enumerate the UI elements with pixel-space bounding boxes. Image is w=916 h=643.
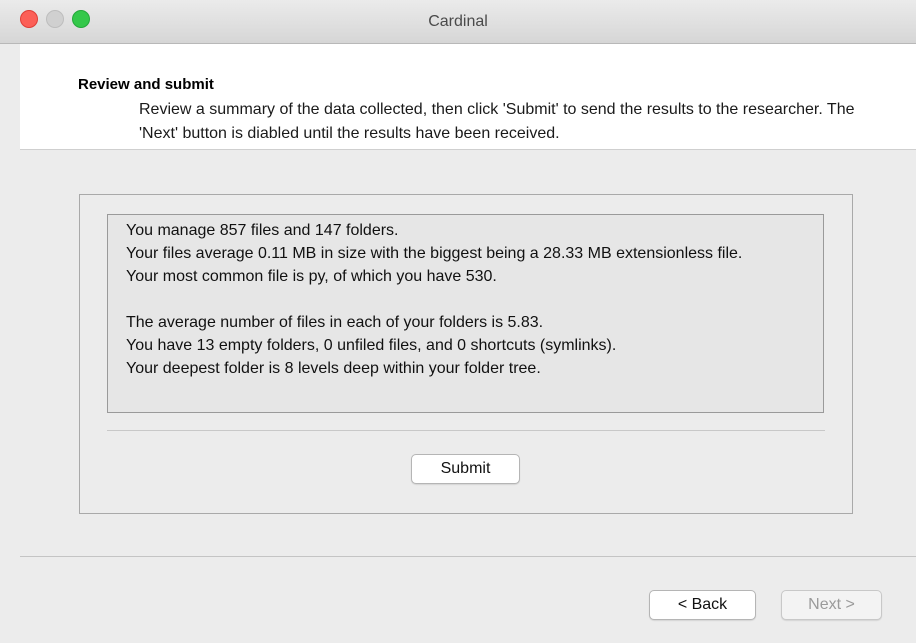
submit-button[interactable]: Submit [411,454,520,484]
summary-line: The average number of files in each of y… [126,314,544,331]
next-button[interactable]: Next > [781,590,882,620]
summary-text-area[interactable]: You manage 857 files and 147 folders. Yo… [107,214,824,413]
summary-line: Your files average 0.11 MB in size with … [126,245,743,262]
summary-line: You have 13 empty folders, 0 unfiled fil… [126,337,617,354]
summary-line: Your deepest folder is 8 levels deep wit… [126,360,541,377]
window-left-margin [0,44,20,643]
panel-divider [107,430,825,431]
summary-panel: You manage 857 files and 147 folders. Yo… [79,194,853,514]
summary-line: You manage 857 files and 147 folders. [126,222,399,239]
window-title: Cardinal [428,13,488,30]
page-description: Review a summary of the data collected, … [139,101,855,142]
summary-blank-line [126,288,805,311]
back-button[interactable]: < Back [649,590,756,620]
footer-divider [20,556,916,557]
wizard-window: Cardinal Review and submit Review a summ… [0,0,916,643]
page-header: Review and submit Review a summary of th… [20,44,916,150]
page-title: Review and submit [78,76,214,93]
title-bar: Cardinal [0,0,916,44]
summary-line: Your most common file is py, of which yo… [126,268,497,285]
